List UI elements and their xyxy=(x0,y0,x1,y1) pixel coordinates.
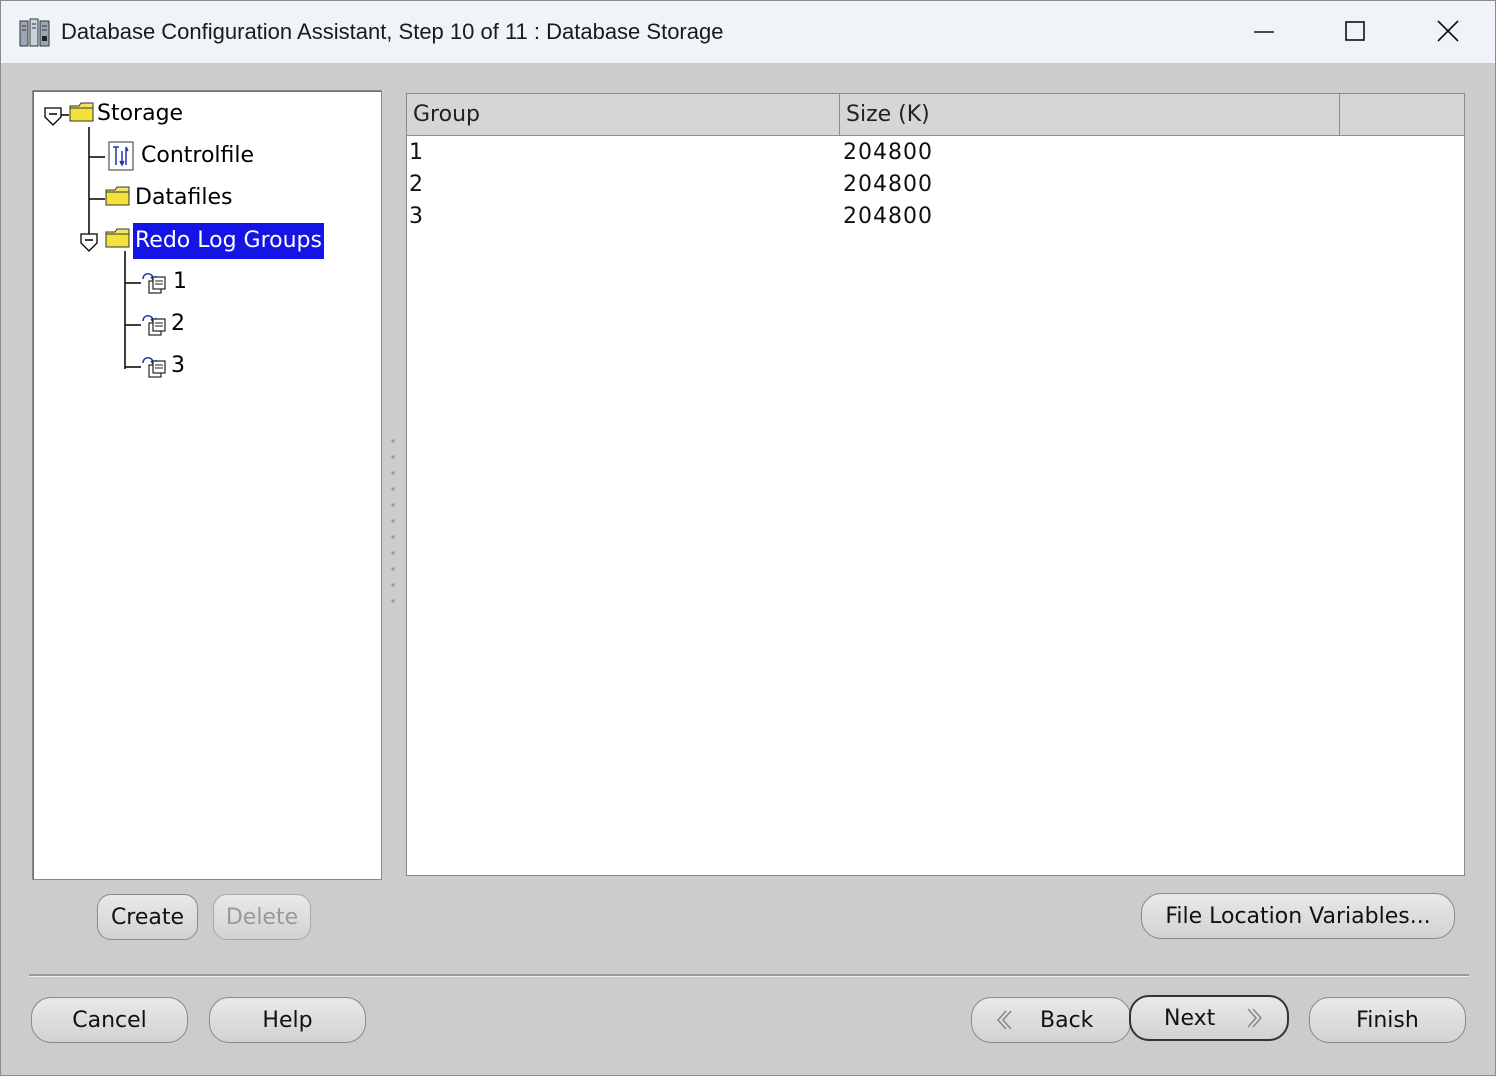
minimize-button[interactable] xyxy=(1241,13,1287,51)
tree-item-datafiles[interactable]: Datafiles xyxy=(135,183,233,213)
tree-item-redo-group-1[interactable]: 1 xyxy=(173,267,187,297)
column-header-group[interactable]: Group xyxy=(407,94,840,136)
table-row[interactable]: 3 204800 xyxy=(407,201,1464,233)
maximize-button[interactable] xyxy=(1332,13,1378,51)
folder-icon xyxy=(105,227,131,253)
collapse-toggle-icon[interactable] xyxy=(78,231,100,257)
window-title: Database Configuration Assistant, Step 1… xyxy=(61,19,724,44)
finish-button[interactable]: Finish xyxy=(1309,997,1466,1043)
group-cell: 1 xyxy=(409,140,423,165)
controlfile-icon xyxy=(107,141,135,175)
delete-button[interactable]: Delete xyxy=(213,894,311,940)
column-header-filler xyxy=(1340,94,1464,136)
group-cell: 3 xyxy=(409,204,423,229)
redo-log-icon xyxy=(141,353,167,385)
folder-icon xyxy=(105,185,131,211)
folder-icon xyxy=(69,101,95,127)
tree-item-storage[interactable]: Storage xyxy=(97,99,183,129)
close-button[interactable] xyxy=(1425,13,1471,51)
redo-log-icon xyxy=(141,269,167,301)
redo-log-icon xyxy=(141,311,167,343)
cancel-button[interactable]: Cancel xyxy=(31,997,188,1043)
storage-tree[interactable]: Storage Controlfile Datafiles Redo Log G… xyxy=(32,90,382,880)
group-cell: 2 xyxy=(409,172,423,197)
chevron-right-icon xyxy=(1245,1006,1265,1030)
tree-item-redo-group-3[interactable]: 3 xyxy=(171,351,185,381)
database-app-icon xyxy=(19,18,51,48)
tree-item-controlfile[interactable]: Controlfile xyxy=(141,141,254,171)
chevron-left-icon xyxy=(994,1008,1014,1032)
panel-splitter[interactable] xyxy=(389,437,397,607)
size-cell: 204800 xyxy=(843,204,933,229)
back-button[interactable]: Back xyxy=(971,997,1131,1043)
back-label: Back xyxy=(1040,1007,1094,1033)
column-header-size[interactable]: Size (K) xyxy=(840,94,1340,136)
redo-log-groups-table[interactable]: Group Size (K) 1 204800 2 204800 3 20480… xyxy=(406,93,1465,876)
help-button[interactable]: Help xyxy=(209,997,366,1043)
size-cell: 204800 xyxy=(843,140,933,165)
tree-item-redo-log-groups[interactable]: Redo Log Groups xyxy=(132,222,325,260)
dialog-window: Database Configuration Assistant, Step 1… xyxy=(0,0,1496,1076)
tree-item-redo-group-2[interactable]: 2 xyxy=(171,309,185,339)
size-cell: 204800 xyxy=(843,172,933,197)
button-divider xyxy=(29,974,1469,977)
table-row[interactable]: 2 204800 xyxy=(407,169,1464,201)
collapse-toggle-icon[interactable] xyxy=(42,105,64,131)
next-button[interactable]: Next xyxy=(1129,995,1289,1041)
file-location-variables-button[interactable]: File Location Variables... xyxy=(1141,893,1455,939)
table-row[interactable]: 1 204800 xyxy=(407,137,1464,169)
next-label: Next xyxy=(1164,1005,1216,1031)
title-bar[interactable]: Database Configuration Assistant, Step 1… xyxy=(1,1,1495,63)
create-button[interactable]: Create xyxy=(97,894,198,940)
